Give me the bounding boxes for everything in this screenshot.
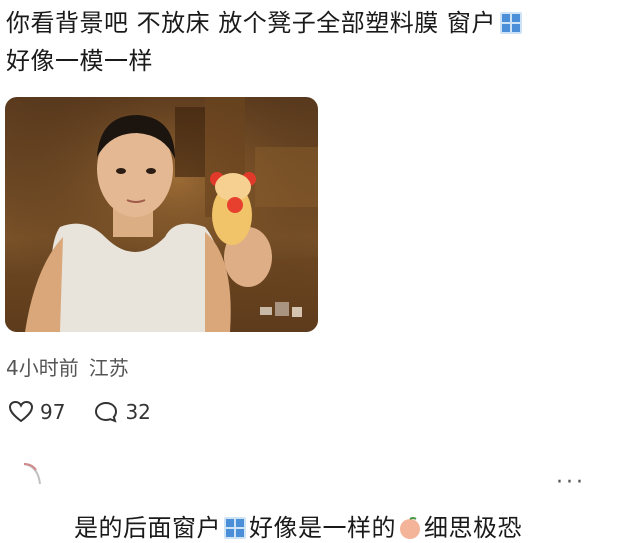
- post-text-line1-content: 你看背景吧 不放床 放个凳子全部塑料膜 窗户: [6, 9, 496, 37]
- like-button[interactable]: 97: [8, 400, 65, 424]
- post-text: 你看背景吧 不放床 放个凳子全部塑料膜 窗户 好像一模一样: [6, 4, 626, 80]
- window-emoji-icon: [499, 12, 522, 34]
- post-photo-image: [5, 97, 318, 332]
- heart-icon: [8, 400, 34, 423]
- comment-button[interactable]: 32: [93, 400, 151, 424]
- more-dots-icon: ···: [556, 470, 586, 495]
- post-time: 4小时前: [6, 356, 79, 380]
- comment-bubble-icon: [95, 401, 118, 423]
- post-actions: 97 32: [8, 397, 151, 427]
- post-text-line2: 好像一模一样: [6, 47, 153, 75]
- comment-count: 32: [125, 400, 151, 424]
- next-post-text-c: 细思极恐: [424, 514, 522, 542]
- more-button[interactable]: ···: [556, 470, 586, 495]
- post-meta: 4小时前 江苏: [6, 352, 129, 381]
- like-count: 97: [40, 400, 66, 424]
- post-photo[interactable]: [5, 97, 318, 332]
- avatar[interactable]: [18, 458, 52, 492]
- window-emoji-icon: [224, 517, 246, 539]
- next-post-text-a: 是的后面窗户: [74, 514, 221, 542]
- peach-emoji-icon: [400, 517, 420, 539]
- post-location: 江苏: [88, 356, 129, 380]
- next-post-text-b: 好像是一样的: [249, 514, 396, 542]
- next-post-text: 是的后面窗户 好像是一样的 细思极恐: [74, 508, 522, 543]
- post-text-line1: 你看背景吧 不放床 放个凳子全部塑料膜 窗户: [6, 4, 626, 42]
